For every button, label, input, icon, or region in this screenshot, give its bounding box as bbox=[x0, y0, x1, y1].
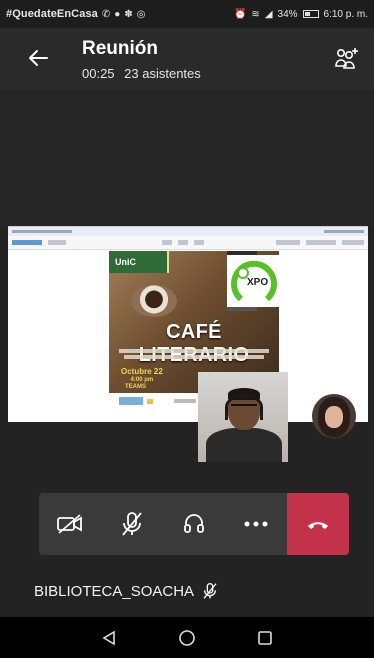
system-indicators: ⏰ ≋ ◢ 34% 6:10 p. m. bbox=[234, 9, 368, 20]
signal-icon: ◢ bbox=[264, 8, 273, 20]
meeting-duration: 00:25 bbox=[82, 66, 115, 81]
nav-back-button[interactable] bbox=[94, 623, 124, 653]
call-controls bbox=[39, 493, 349, 555]
headset-icon bbox=[184, 514, 204, 533]
participants-button[interactable] bbox=[334, 46, 360, 72]
system-nav-bar bbox=[0, 617, 374, 658]
wifi-icon: ≋ bbox=[251, 8, 260, 20]
hang-up-button[interactable] bbox=[287, 493, 349, 555]
participant-avatar[interactable] bbox=[312, 394, 356, 438]
shared-window-titlebar bbox=[8, 227, 368, 236]
participant-video[interactable] bbox=[198, 372, 288, 462]
flyer-date: Octubre 22 4:00 pm bbox=[121, 367, 163, 383]
triangle-back-icon bbox=[102, 630, 115, 645]
notification-icon: ● bbox=[114, 8, 121, 20]
camera-toggle-button[interactable] bbox=[39, 493, 101, 555]
meeting-header: Reunión 00:25 23 asistentes bbox=[0, 28, 374, 90]
meeting-info: 00:25 23 asistentes bbox=[82, 66, 201, 81]
meeting-screen: #QuedateEnCasa ✆ ● ✽ ◎ ⏰ ≋ ◢ 34% 6:10 p.… bbox=[0, 0, 374, 658]
more-options-button[interactable] bbox=[225, 493, 287, 555]
back-button[interactable] bbox=[22, 42, 54, 74]
camera-off-icon bbox=[57, 514, 82, 534]
settings-icon: ✽ bbox=[124, 8, 133, 20]
alarm-icon: ⏰ bbox=[233, 8, 247, 20]
video-stage bbox=[0, 90, 374, 226]
arrow-left-icon bbox=[29, 50, 48, 66]
speaker-mic-off-icon bbox=[203, 583, 217, 599]
audio-button[interactable] bbox=[163, 493, 225, 555]
mic-toggle-button[interactable] bbox=[101, 493, 163, 555]
coffee-cup-image bbox=[131, 285, 177, 317]
battery-percent: 34% bbox=[277, 8, 298, 20]
notification-icons: ✆ ● ✽ ◎ bbox=[102, 9, 146, 20]
attendee-count: 23 asistentes bbox=[124, 66, 201, 81]
add-people-icon bbox=[335, 48, 358, 69]
circle-home-icon bbox=[179, 629, 195, 646]
nav-recents-button[interactable] bbox=[250, 623, 280, 653]
meeting-title: Reunión bbox=[82, 38, 158, 59]
clock: 6:10 p. m. bbox=[323, 8, 368, 20]
hashtag-watermark: #QuedateEnCasa bbox=[6, 8, 98, 20]
hang-up-icon bbox=[308, 522, 328, 529]
expo-logo: XPO bbox=[227, 255, 279, 307]
more-icon bbox=[244, 521, 268, 527]
speaker-name: BIBLIOTECA_SOACHA bbox=[34, 582, 195, 600]
instagram-icon: ◎ bbox=[136, 8, 146, 20]
flyer-platform: TEAMS bbox=[125, 384, 146, 390]
speaker-name-label: BIBLIOTECA_SOACHA bbox=[34, 582, 218, 600]
battery-icon bbox=[302, 10, 319, 18]
status-bar: #QuedateEnCasa ✆ ● ✽ ◎ ⏰ ≋ ◢ 34% 6:10 p.… bbox=[0, 0, 374, 28]
mic-off-icon bbox=[122, 512, 142, 536]
phone-icon: ✆ bbox=[101, 8, 111, 20]
square-recents-icon bbox=[258, 630, 272, 645]
nav-home-button[interactable] bbox=[172, 623, 202, 653]
expo-badge-text: XPO bbox=[247, 277, 268, 288]
unicartagena-logo: UniC bbox=[109, 251, 169, 273]
flyer-title: CAFÉ LITERARIO bbox=[139, 321, 249, 366]
shared-window-toolbar bbox=[8, 236, 368, 250]
shared-screen[interactable]: UniC XPO CAFÉ LITERARIO Octubre 22 4:00 … bbox=[8, 226, 368, 422]
